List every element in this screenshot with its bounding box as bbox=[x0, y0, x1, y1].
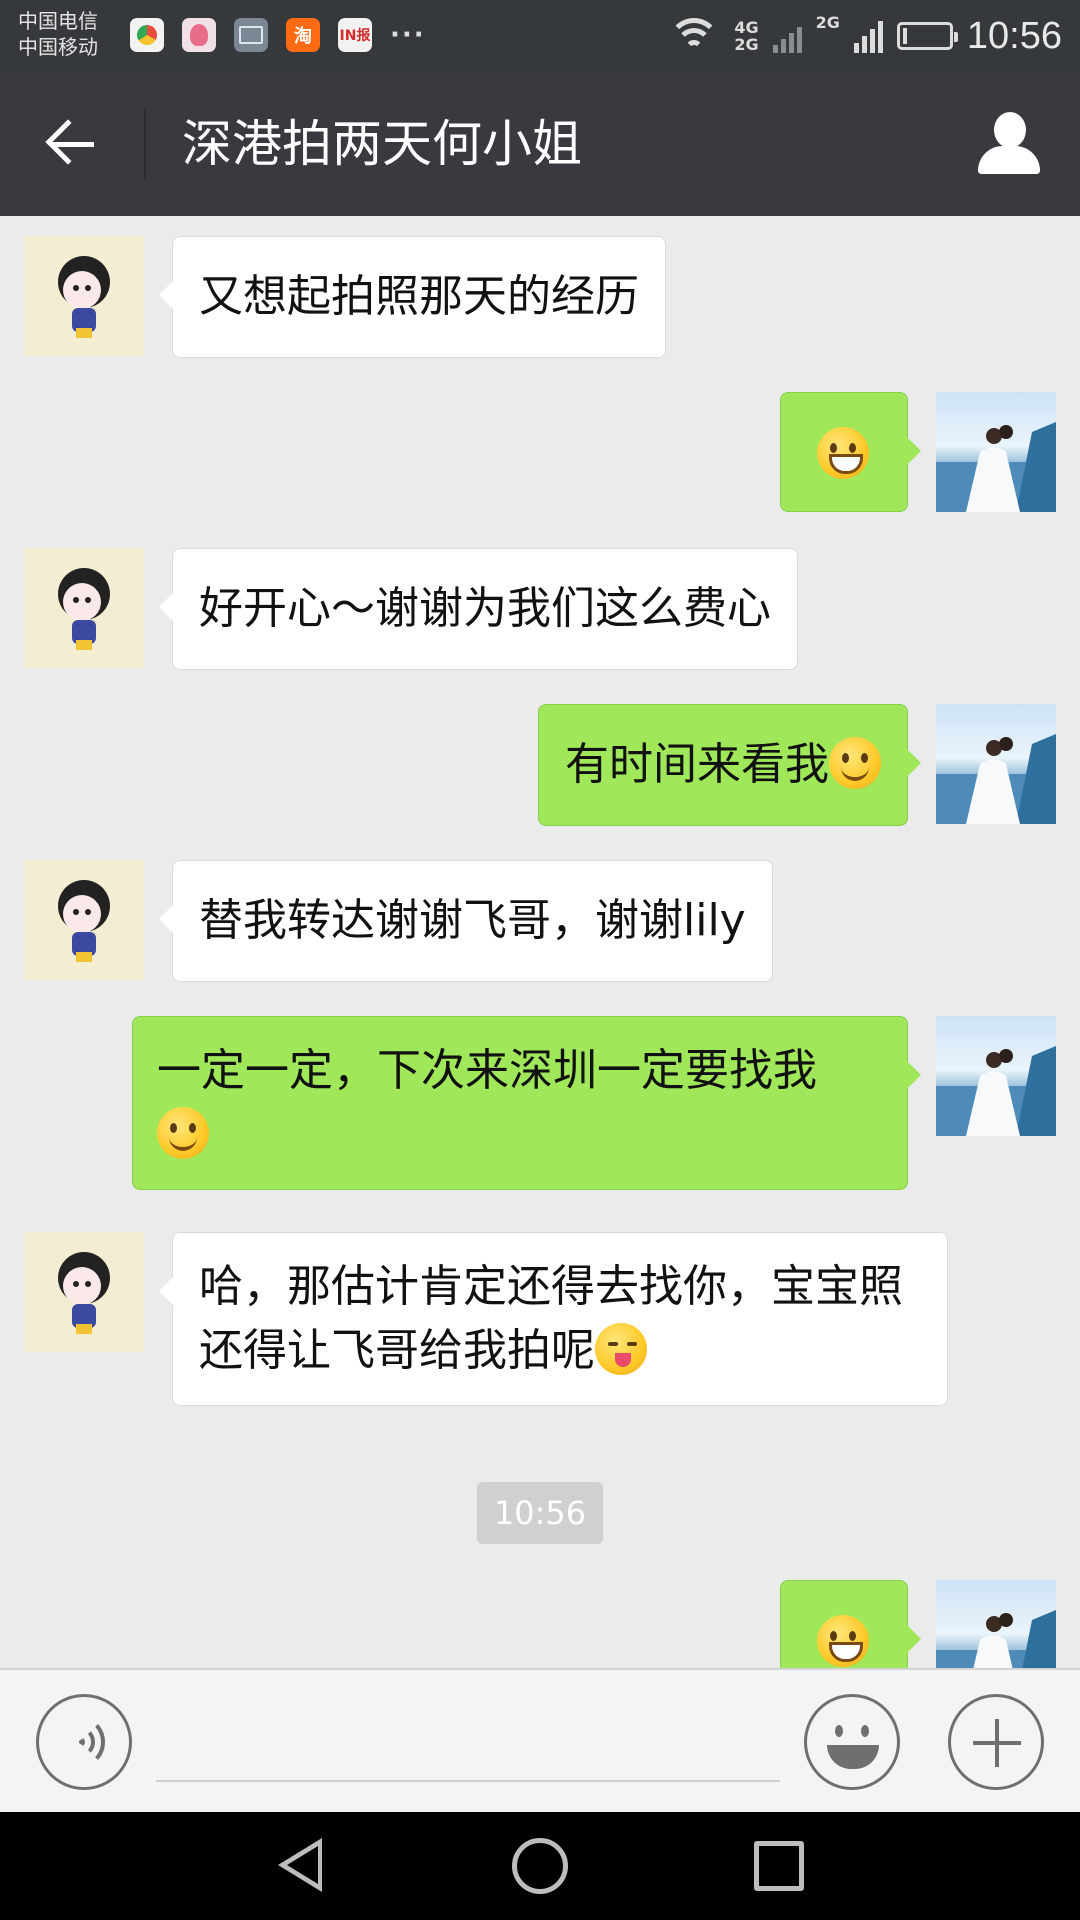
my-avatar[interactable] bbox=[936, 1016, 1056, 1136]
sent-message-bubble[interactable]: 有时间来看我 bbox=[538, 704, 921, 826]
received-message-bubble[interactable]: 又想起拍照那天的经历 bbox=[159, 236, 666, 358]
battery-icon bbox=[896, 22, 958, 50]
received-message-bubble[interactable]: 替我转达谢谢飞哥，谢谢lily bbox=[159, 860, 773, 982]
person-icon bbox=[994, 112, 1026, 148]
header-divider bbox=[144, 108, 146, 180]
grinning-face-icon bbox=[817, 427, 869, 479]
sent-message-bubble[interactable] bbox=[780, 1580, 921, 1668]
nav-recents-icon[interactable] bbox=[754, 1841, 804, 1891]
message-text: 哈，那估计肯定还得去找你，宝宝照还得让飞哥给我拍呢 bbox=[199, 1261, 903, 1376]
message-text: 好开心～谢谢为我们这么费心 bbox=[199, 583, 771, 634]
my-avatar[interactable] bbox=[936, 392, 1056, 512]
system-navigation-bar bbox=[0, 1812, 1080, 1920]
taobao-icon: 淘 bbox=[286, 18, 320, 52]
nav-back-icon[interactable] bbox=[272, 1838, 328, 1894]
time-divider: 10:56 bbox=[477, 1482, 603, 1544]
status-time: 10:56 bbox=[966, 14, 1062, 57]
carrier-2: 中国移动 bbox=[18, 35, 98, 59]
status-indicators: 4G 2G 2G 10:56 bbox=[668, 10, 1062, 62]
news-icon: IN报 bbox=[338, 18, 372, 52]
chat-messages[interactable]: 又想起拍照那天的经历 好开心～谢谢为我们这么费心 有时间来看我 替我转达谢谢飞哥… bbox=[0, 216, 1080, 1668]
nav-home-icon[interactable] bbox=[512, 1838, 568, 1894]
carrier-1: 中国电信 bbox=[18, 9, 98, 33]
signal-icon-2 bbox=[853, 19, 883, 53]
back-button[interactable] bbox=[38, 112, 108, 176]
signal-icon-1 bbox=[772, 19, 802, 53]
network-type-2: 2G bbox=[815, 13, 840, 32]
network-type-1: 4G 2G bbox=[734, 18, 759, 54]
my-avatar[interactable] bbox=[936, 704, 1056, 824]
smiling-face-icon bbox=[829, 737, 881, 789]
wifi-icon bbox=[668, 16, 721, 56]
chat-header: 深港拍两天何小姐 bbox=[0, 72, 1080, 216]
voice-input-button[interactable] bbox=[36, 1694, 132, 1790]
message-text: 又想起拍照那天的经历 bbox=[199, 271, 639, 322]
smiling-face-icon bbox=[157, 1107, 209, 1159]
more-notifications-icon: ··· bbox=[390, 20, 426, 50]
contact-avatar[interactable] bbox=[24, 236, 144, 356]
pink-app-icon bbox=[182, 18, 216, 52]
received-message-bubble[interactable]: 好开心～谢谢为我们这么费心 bbox=[159, 548, 798, 670]
contact-avatar[interactable] bbox=[24, 860, 144, 980]
contact-avatar[interactable] bbox=[24, 1232, 144, 1352]
more-options-button[interactable] bbox=[948, 1694, 1044, 1790]
status-bar: 中国电信 中国移动 淘 IN报 ··· 4G 2G 2G 10:56 bbox=[0, 0, 1080, 72]
carrier-info: 中国电信 中国移动 bbox=[18, 8, 98, 60]
message-text: 替我转达谢谢飞哥，谢谢lily bbox=[199, 895, 746, 946]
gallery-icon bbox=[234, 18, 268, 52]
winking-tongue-face-icon bbox=[595, 1323, 647, 1375]
message-text: 有时间来看我 bbox=[565, 739, 829, 790]
chat-info-button[interactable] bbox=[976, 110, 1042, 176]
notification-icons: 淘 IN报 ··· bbox=[130, 18, 426, 52]
sent-message-bubble[interactable]: 一定一定，下次来深圳一定要找我 bbox=[132, 1016, 921, 1190]
message-input[interactable] bbox=[156, 1700, 780, 1782]
chat-title: 深港拍两天何小姐 bbox=[182, 115, 582, 173]
contact-avatar[interactable] bbox=[24, 548, 144, 668]
emoji-button[interactable] bbox=[804, 1694, 900, 1790]
sent-message-bubble[interactable] bbox=[780, 392, 921, 512]
received-message-bubble[interactable]: 哈，那估计肯定还得去找你，宝宝照还得让飞哥给我拍呢 bbox=[159, 1232, 948, 1406]
my-avatar[interactable] bbox=[936, 1580, 1056, 1668]
message-text: 一定一定，下次来深圳一定要找我 bbox=[157, 1045, 817, 1096]
big-grin-face-icon bbox=[817, 1615, 869, 1667]
message-input-bar bbox=[0, 1668, 1080, 1812]
browser-icon bbox=[130, 18, 164, 52]
